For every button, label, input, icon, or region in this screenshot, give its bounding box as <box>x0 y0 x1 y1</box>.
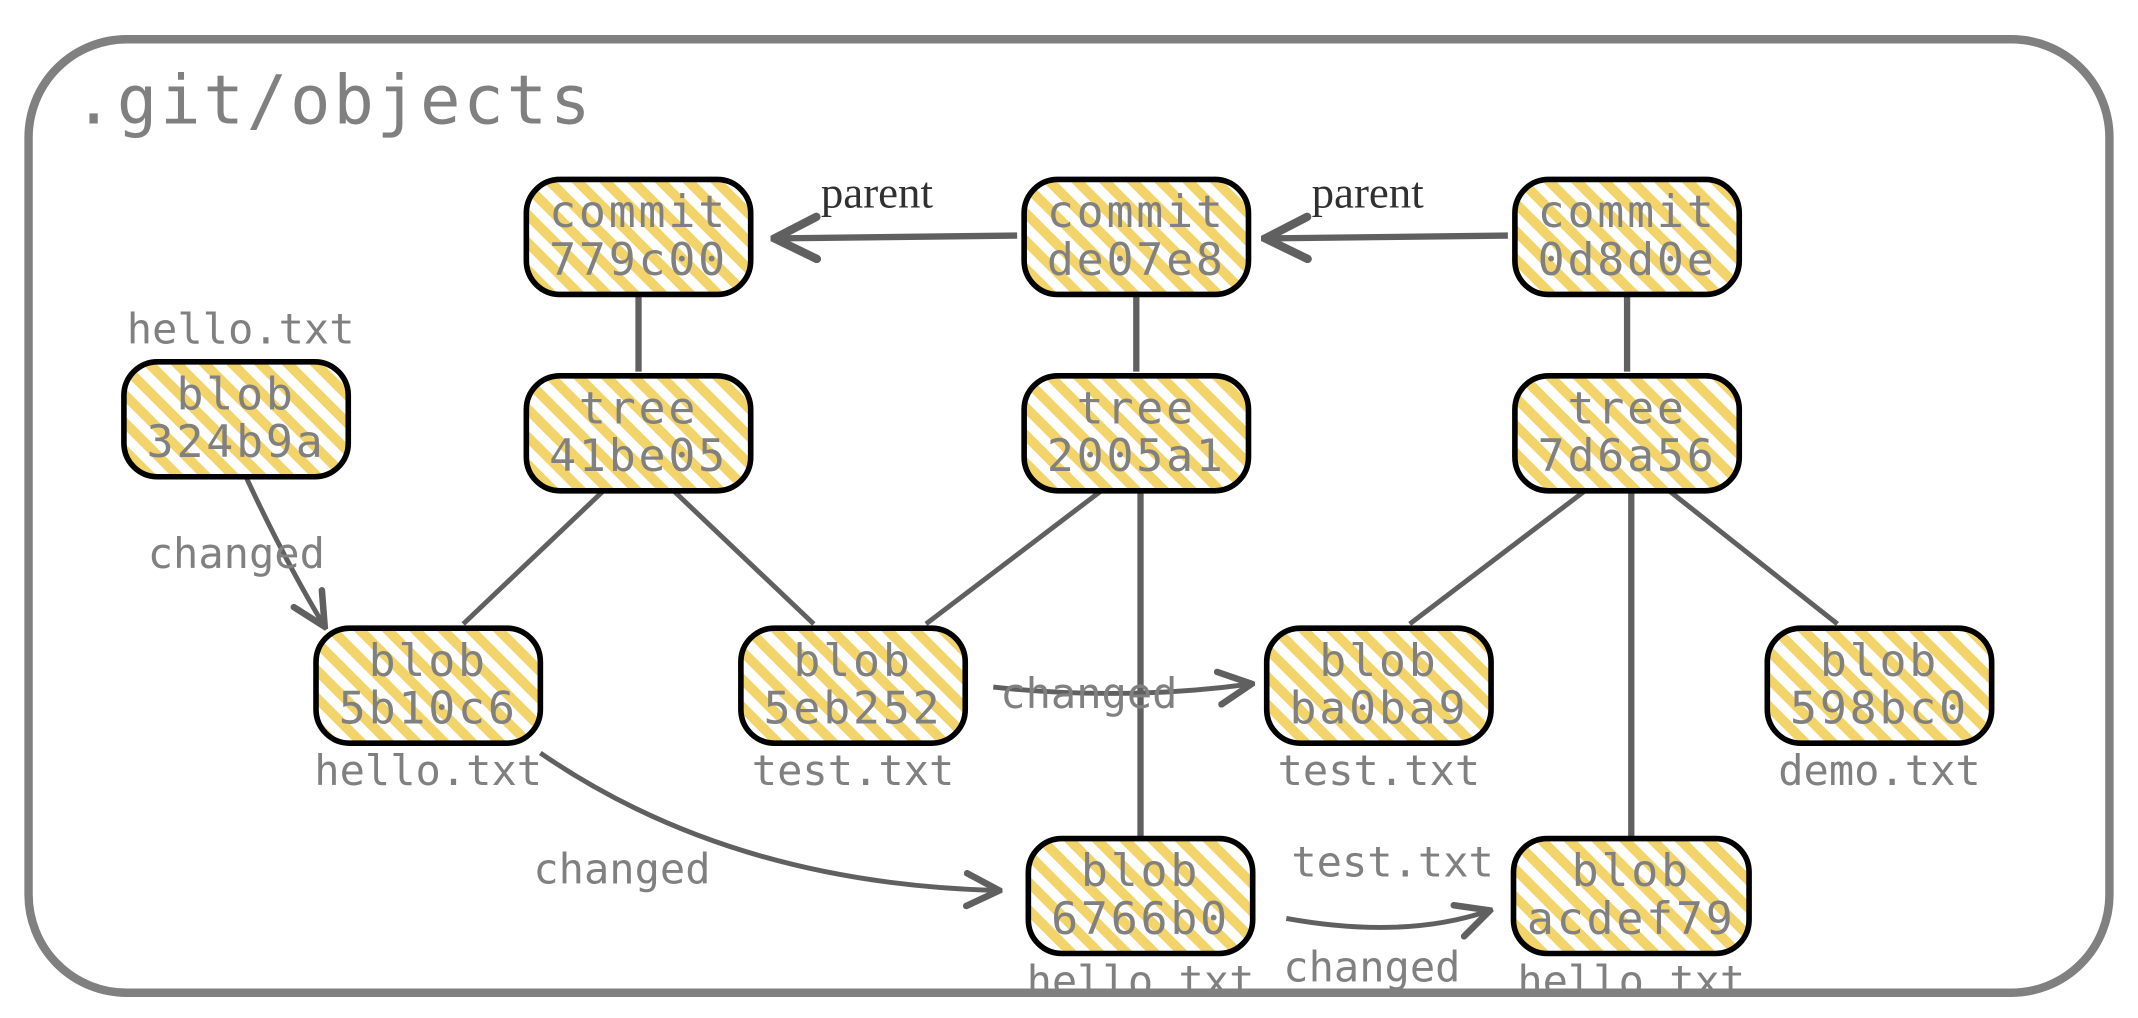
node-blob-5eb252: blob 5eb252 <box>741 628 965 743</box>
svg-text:blob: blob <box>176 367 295 420</box>
svg-text:5b10c6: 5b10c6 <box>339 682 518 735</box>
label-changed-B: changed <box>533 844 710 893</box>
node-blob-ba0ba9: blob ba0ba9 <box>1267 628 1491 743</box>
svg-text:blob: blob <box>369 634 488 687</box>
svg-text:blob: blob <box>1081 844 1200 897</box>
node-blob-324b9a: blob 324b9a <box>124 362 348 477</box>
svg-text:2005a1: 2005a1 <box>1047 429 1226 482</box>
svg-text:0d8d0e: 0d8d0e <box>1538 233 1717 286</box>
label-hello-G: hello.txt <box>1517 957 1745 1006</box>
label-hello-A: hello.txt <box>127 305 355 354</box>
node-commit-0d8d0e: commit 0d8d0e <box>1515 179 1739 294</box>
label-hello-B: hello.txt <box>314 746 542 795</box>
node-blob-acdef79: blob acdef79 <box>1513 839 1749 954</box>
label-parent-1: parent <box>821 168 934 218</box>
label-hello-F: hello.txt <box>1027 957 1255 1006</box>
label-changed-C: changed <box>1000 669 1177 718</box>
edge-parent-2 <box>1270 236 1508 239</box>
svg-text:41be05: 41be05 <box>549 429 728 482</box>
edge-tree2-blobC <box>926 491 1101 624</box>
node-tree-41be05: tree 41be05 <box>526 376 750 491</box>
svg-text:6766b0: 6766b0 <box>1051 892 1230 945</box>
svg-text:tree: tree <box>1077 381 1196 434</box>
node-tree-7d6a56: tree 7d6a56 <box>1515 376 1739 491</box>
label-changed-A: changed <box>148 529 325 578</box>
label-test-side: test.txt <box>1291 837 1494 886</box>
svg-text:blob: blob <box>1572 844 1691 897</box>
node-blob-598bc0: blob 598bc0 <box>1767 628 1991 743</box>
svg-text:5eb252: 5eb252 <box>764 682 943 735</box>
node-blob-5b10c6: blob 5b10c6 <box>316 628 540 743</box>
label-test-C: test.txt <box>752 746 955 795</box>
node-commit-de07e8: commit de07e8 <box>1024 179 1248 294</box>
label-test-D: test.txt <box>1278 746 1481 795</box>
edge-tree1-blobC <box>674 491 814 624</box>
label-parent-2: parent <box>1312 168 1425 218</box>
edge-tree3-blobD <box>1410 491 1585 624</box>
edge-tree3-blobE <box>1669 491 1837 624</box>
svg-text:tree: tree <box>579 381 698 434</box>
svg-text:commit: commit <box>1047 185 1226 238</box>
label-demo-E: demo.txt <box>1778 746 1981 795</box>
svg-text:779c00: 779c00 <box>549 233 728 286</box>
edge-parent-1 <box>779 236 1017 239</box>
svg-text:324b9a: 324b9a <box>147 415 326 468</box>
label-changed-F: changed <box>1283 943 1460 992</box>
node-tree-2005a1: tree 2005a1 <box>1024 376 1248 491</box>
svg-text:blob: blob <box>1820 634 1939 687</box>
svg-text:tree: tree <box>1567 381 1686 434</box>
diagram-canvas: .git/objects parent parent changed chang… <box>0 0 2138 1018</box>
svg-text:598bc0: 598bc0 <box>1790 682 1969 735</box>
node-commit-779c00: commit 779c00 <box>526 179 750 294</box>
node-blob-6766b0: blob 6766b0 <box>1028 839 1252 954</box>
frame-title: .git/objects <box>73 61 593 139</box>
svg-text:de07e8: de07e8 <box>1047 233 1226 286</box>
svg-text:acdef79: acdef79 <box>1527 892 1736 945</box>
svg-text:commit: commit <box>1538 185 1717 238</box>
svg-text:blob: blob <box>1319 634 1438 687</box>
svg-text:blob: blob <box>793 634 912 687</box>
svg-text:7d6a56: 7d6a56 <box>1538 429 1717 482</box>
edge-changed-F-G <box>1286 911 1487 927</box>
edge-tree1-blobB <box>463 491 603 624</box>
svg-text:ba0ba9: ba0ba9 <box>1289 682 1468 735</box>
svg-text:commit: commit <box>549 185 728 238</box>
